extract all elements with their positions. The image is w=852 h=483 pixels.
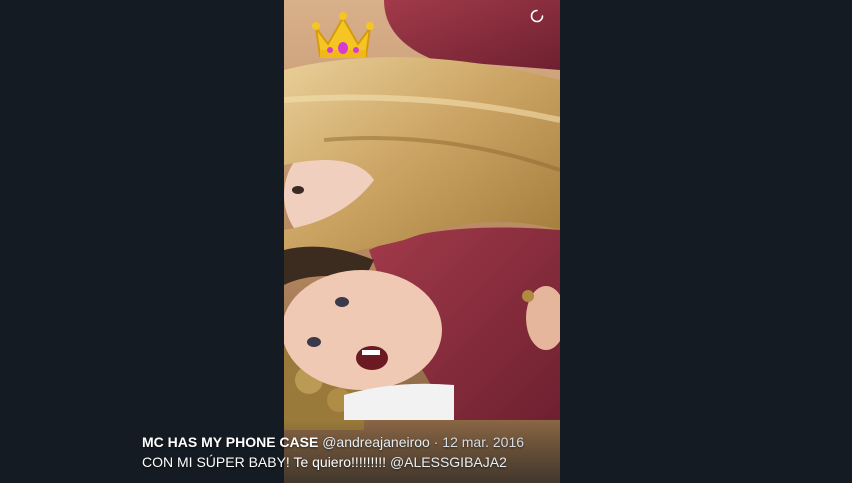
tweet-photo[interactable] <box>284 0 560 483</box>
tweet-date[interactable]: 12 mar. 2016 <box>442 434 524 450</box>
header-separator: · <box>433 434 439 450</box>
tweet-header: MC HAS MY PHONE CASE @andreajaneiroo · 1… <box>142 432 702 452</box>
tweet-caption: MC HAS MY PHONE CASE @andreajaneiroo · 1… <box>142 432 702 472</box>
author-name[interactable]: MC HAS MY PHONE CASE <box>142 434 318 450</box>
media-viewer: MC HAS MY PHONE CASE @andreajaneiroo · 1… <box>0 0 852 483</box>
author-handle[interactable]: @andreajaneiroo <box>322 434 430 450</box>
tweet-body: CON MI SÚPER BABY! Te quiero!!!!!!!!! @A… <box>142 452 702 472</box>
tweet-text: CON MI SÚPER BABY! Te quiero!!!!!!!!! <box>142 454 387 470</box>
mention-link[interactable]: @ALESSGIBAJA2 <box>390 454 507 470</box>
loading-spinner-icon <box>530 9 544 23</box>
crown-emoji-icon <box>312 12 374 58</box>
